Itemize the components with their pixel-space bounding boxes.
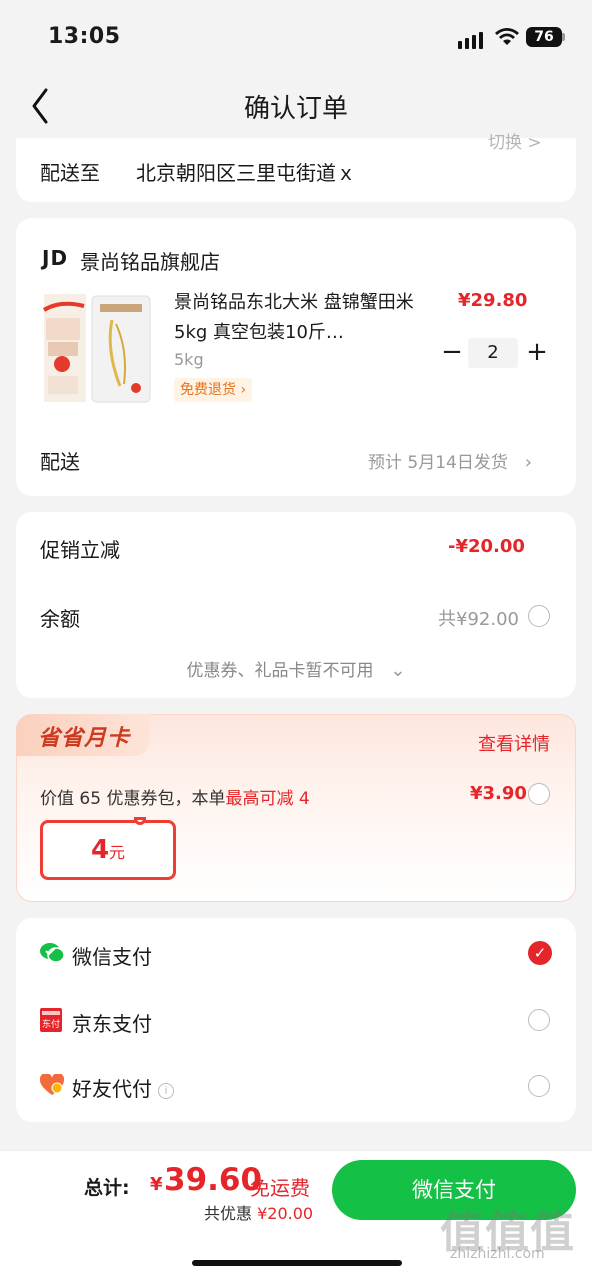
wifi-icon <box>495 28 519 45</box>
monthly-card-price: ¥3.90 <box>470 783 527 804</box>
address-value[interactable]: 北京朝阳区三里屯街道ｘ <box>136 157 356 186</box>
switch-address-link[interactable]: 切换 > <box>488 128 542 153</box>
chevron-right-icon: › <box>240 382 247 398</box>
watermark-url: zhizhizhi.com <box>450 1246 545 1262</box>
shipping-label: 配送 <box>40 450 80 474</box>
payment-option-jd[interactable]: 京东支付 <box>72 1008 152 1037</box>
balance-value: 共¥92.00 <box>438 609 519 630</box>
total-currency: ¥ <box>150 1174 163 1195</box>
jd-logo: JD <box>42 246 69 270</box>
discount-label: 促销立减 <box>40 538 120 562</box>
product-image[interactable] <box>40 290 156 406</box>
battery-tip <box>562 33 565 41</box>
cellular-signal-icon <box>458 32 483 49</box>
monthly-card-title: 省省月卡 <box>38 726 131 751</box>
jd-pay-icon: 东付 <box>40 1008 62 1032</box>
shipping-date: 预计 5月14日发货 <box>368 453 508 473</box>
product-name[interactable]: 景尚铭品东北大米 盘锦蟹田米5kg 真空包装10斤… <box>174 288 424 348</box>
total-amount: 39.60 <box>164 1162 263 1198</box>
saved-summary: 共优惠 ¥20.00 <box>204 1200 313 1224</box>
store-name[interactable]: 景尚铭品旗舰店 <box>80 246 220 275</box>
balance-label: 余额 <box>40 607 80 631</box>
wechat-pay-icon <box>40 943 64 963</box>
coupon-unavailable-note[interactable]: 优惠券、礼品卡暂不可用 ⌄ <box>0 656 592 681</box>
chevron-down-icon: ⌄ <box>378 660 406 681</box>
quantity-value[interactable]: 2 <box>468 338 518 368</box>
free-shipping-label: 免运费 <box>250 1176 310 1200</box>
shipping-date-link[interactable]: 预计 5月14日发货 › <box>368 448 532 473</box>
chevron-right-icon: › <box>513 452 532 473</box>
battery-icon: 76 <box>526 27 562 47</box>
monthly-card-desc-prefix: 价值 65 优惠券包，本单 <box>40 789 226 809</box>
coupon-note-text: 优惠券、礼品卡暂不可用 <box>186 661 374 681</box>
quantity-decrease-button[interactable]: − <box>440 338 464 366</box>
friend-pay-icon <box>40 1074 64 1095</box>
jd-pay-radio[interactable] <box>528 1009 550 1031</box>
friend-pay-radio[interactable] <box>528 1075 550 1097</box>
monthly-card-desc-highlight: 最高可减 4 <box>225 789 310 809</box>
product-price: ¥29.80 <box>458 290 528 311</box>
ticket-unit: 元 <box>109 843 126 862</box>
wechat-pay-check[interactable]: ✓ <box>528 941 552 965</box>
status-time: 13:05 <box>48 24 121 49</box>
quantity-increase-button[interactable]: + <box>524 338 550 366</box>
monthly-card-radio[interactable] <box>528 783 550 805</box>
monthly-card-description: 价值 65 优惠券包，本单最高可减 4 <box>40 784 310 809</box>
info-icon[interactable]: i <box>158 1082 174 1099</box>
product-spec: 5kg <box>174 350 204 369</box>
view-details-link[interactable]: 查看详情 <box>478 730 550 756</box>
coupon-ticket: 4元 <box>40 820 176 880</box>
balance-radio[interactable] <box>528 605 550 627</box>
page-title: 确认订单 <box>243 94 348 124</box>
discount-value: -¥20.00 <box>448 536 525 557</box>
saved-label: 共优惠 <box>204 1204 253 1223</box>
free-return-badge[interactable]: 免费退货 › <box>174 378 253 402</box>
svg-text:东付: 东付 <box>42 1018 60 1030</box>
friend-pay-label: 好友代付 <box>72 1077 152 1101</box>
home-indicator[interactable] <box>192 1260 402 1266</box>
address-label: 配送至 <box>40 161 100 185</box>
total-label: 总计: <box>84 1177 130 1199</box>
saved-amount: ¥20.00 <box>257 1204 314 1223</box>
payment-option-friend[interactable]: 好友代付 i <box>72 1073 174 1102</box>
payment-option-wechat[interactable]: 微信支付 <box>72 941 152 970</box>
free-return-label: 免费退货 <box>180 382 236 398</box>
ticket-amount: 4 <box>90 835 110 865</box>
